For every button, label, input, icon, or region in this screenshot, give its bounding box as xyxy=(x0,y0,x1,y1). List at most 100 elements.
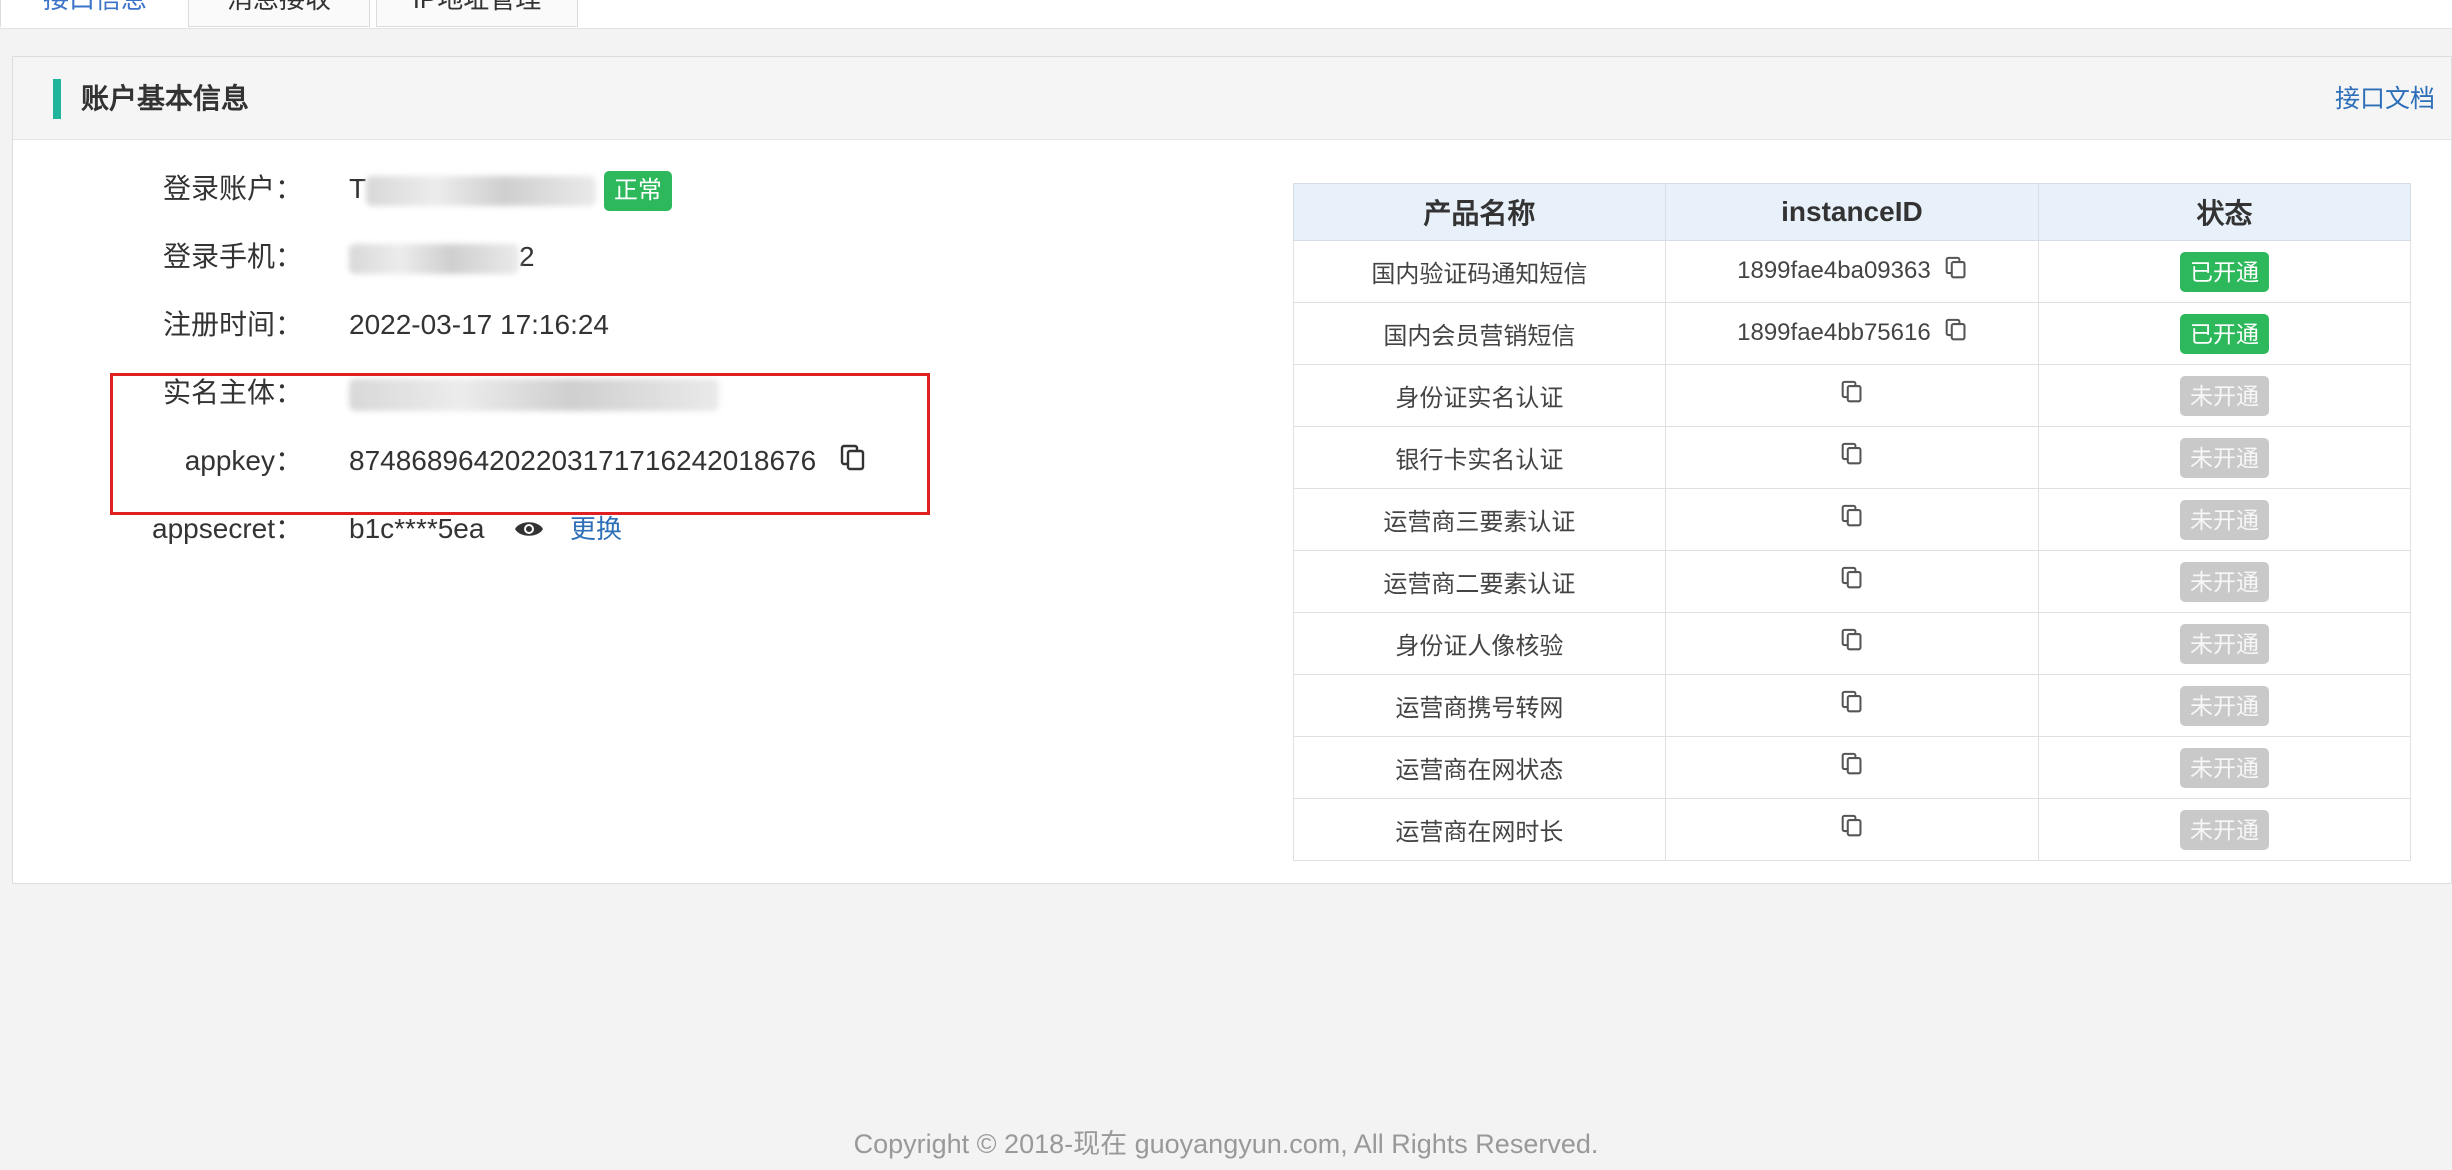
status-badge: 未开通 xyxy=(2180,499,2270,540)
status-badge: 未开通 xyxy=(2180,561,2270,602)
highlight-box xyxy=(110,373,930,515)
product-name-cell: 运营商二要素认证 xyxy=(1293,550,1666,613)
status-badge: 未开通 xyxy=(2180,375,2270,416)
status-cell: 未开通 xyxy=(2038,674,2411,737)
status-cell: 已开通 xyxy=(2038,302,2411,365)
register-time-label: 注册时间： xyxy=(162,309,303,340)
status-badge: 未开通 xyxy=(2180,685,2270,726)
login-account-value: T 正常 xyxy=(349,169,672,211)
table-row: 运营商在网时长 未开通 xyxy=(1293,798,2411,861)
copy-icon[interactable] xyxy=(1841,566,1863,597)
login-account-label: 登录账户： xyxy=(162,173,303,204)
tab-interface-info[interactable]: 接口信息 xyxy=(0,0,190,28)
row-login-account: 登录账户： T 正常 xyxy=(13,169,1213,211)
tab-bar: 接口信息 消息接收 IP地址管理 xyxy=(0,0,2452,29)
panel-header: 账户基本信息 接口文档 xyxy=(13,57,2451,140)
instance-id-value: 1899fae4bb75616 xyxy=(1737,318,1931,346)
header-product-name: 产品名称 xyxy=(1293,183,1666,241)
instance-id-cell: 1899fae4bb75616 xyxy=(1664,302,2040,365)
row-login-phone: 登录手机： 2 xyxy=(13,237,1213,277)
footer-copyright: Copyright © 2018-现在 guoyangyun.com, All … xyxy=(853,1129,1599,1159)
product-name-cell: 身份证人像核验 xyxy=(1293,612,1666,675)
product-name-cell: 运营商携号转网 xyxy=(1293,674,1666,737)
status-cell: 未开通 xyxy=(2038,550,2411,613)
product-table: 产品名称 instanceID 状态 国内验证码通知短信 1899fae4ba09… xyxy=(1293,183,2411,861)
login-phone-value: 2 xyxy=(349,237,535,277)
status-badge: 已开通 xyxy=(2180,251,2270,292)
table-row: 运营商三要素认证 未开通 xyxy=(1293,488,2411,551)
status-cell: 未开通 xyxy=(2038,364,2411,427)
table-row: 运营商在网状态 未开通 xyxy=(1293,736,2411,799)
copy-icon[interactable] xyxy=(1841,628,1863,659)
title-accent-bar xyxy=(53,79,61,119)
status-cell: 未开通 xyxy=(2038,736,2411,799)
panel-title: 账户基本信息 xyxy=(81,83,250,114)
table-row: 身份证人像核验 未开通 xyxy=(1293,612,2411,675)
table-row: 国内验证码通知短信 1899fae4ba09363 已开通 xyxy=(1293,240,2411,303)
redacted-account xyxy=(366,175,597,206)
table-row: 运营商二要素认证 未开通 xyxy=(1293,550,2411,613)
tab-label: 消息接收 xyxy=(227,0,331,14)
eye-icon[interactable] xyxy=(514,511,544,551)
table-row: 运营商携号转网 未开通 xyxy=(1293,674,2411,737)
instance-id-cell xyxy=(1664,736,2040,799)
instance-id-cell xyxy=(1664,674,2040,737)
status-badge: 未开通 xyxy=(2180,747,2270,788)
register-time-value: 2022-03-17 17:16:24 xyxy=(349,309,609,340)
status-badge: 未开通 xyxy=(2180,623,2270,664)
status-cell: 未开通 xyxy=(2038,798,2411,861)
status-badge: 未开通 xyxy=(2180,809,2270,850)
redacted-phone xyxy=(349,243,519,274)
status-cell: 未开通 xyxy=(2038,612,2411,675)
status-cell: 已开通 xyxy=(2038,240,2411,303)
copy-icon[interactable] xyxy=(1841,814,1863,845)
row-register-time: 注册时间： 2022-03-17 17:16:24 xyxy=(13,305,1213,345)
product-name-cell: 运营商三要素认证 xyxy=(1293,488,1666,551)
instance-id-cell xyxy=(1664,364,2040,427)
copy-icon[interactable] xyxy=(1841,504,1863,535)
status-badge: 未开通 xyxy=(2180,437,2270,478)
instance-id-cell xyxy=(1664,550,2040,613)
instance-id-cell xyxy=(1664,798,2040,861)
copy-icon[interactable] xyxy=(1841,442,1863,473)
instance-id-cell xyxy=(1664,612,2040,675)
appsecret-value: b1c****5ea xyxy=(349,513,485,544)
tab-ip-management[interactable]: IP地址管理 xyxy=(376,0,578,27)
instance-id-value: 1899fae4ba09363 xyxy=(1737,256,1931,284)
login-phone-suffix: 2 xyxy=(519,241,535,272)
status-badge: 已开通 xyxy=(2180,313,2270,354)
instance-id-cell: 1899fae4ba09363 xyxy=(1664,240,2040,303)
appsecret-label: appsecret： xyxy=(152,513,303,544)
tab-label: IP地址管理 xyxy=(413,0,542,14)
table-header-row: 产品名称 instanceID 状态 xyxy=(1293,183,2411,241)
row-appsecret: appsecret： b1c****5ea 更换 xyxy=(13,509,1213,549)
login-phone-label: 登录手机： xyxy=(162,241,303,272)
status-cell: 未开通 xyxy=(2038,488,2411,551)
product-name-cell: 国内验证码通知短信 xyxy=(1293,240,1666,303)
tab-message-receive[interactable]: 消息接收 xyxy=(188,0,370,27)
copy-icon[interactable] xyxy=(1841,690,1863,721)
copy-icon[interactable] xyxy=(1841,752,1863,783)
appsecret-value-wrap: b1c****5ea 更换 xyxy=(349,509,622,551)
instance-id-cell xyxy=(1664,488,2040,551)
product-name-cell: 国内会员营销短信 xyxy=(1293,302,1666,365)
instance-id-cell xyxy=(1664,426,2040,489)
copy-icon[interactable] xyxy=(1945,256,1967,287)
login-account-prefix: T xyxy=(349,173,367,204)
table-row: 身份证实名认证 未开通 xyxy=(1293,364,2411,427)
api-docs-link[interactable]: 接口文档 xyxy=(2335,79,2435,119)
copy-icon[interactable] xyxy=(1841,380,1863,411)
tab-label: 接口信息 xyxy=(43,0,147,14)
product-name-cell: 身份证实名认证 xyxy=(1293,364,1666,427)
table-row: 国内会员营销短信 1899fae4bb75616 已开通 xyxy=(1293,302,2411,365)
product-name-cell: 银行卡实名认证 xyxy=(1293,426,1666,489)
product-name-cell: 运营商在网状态 xyxy=(1293,736,1666,799)
header-status: 状态 xyxy=(2038,183,2411,241)
change-secret-link[interactable]: 更换 xyxy=(570,514,622,544)
product-name-cell: 运营商在网时长 xyxy=(1293,798,1666,861)
header-instance-id: instanceID xyxy=(1664,183,2040,241)
status-cell: 未开通 xyxy=(2038,426,2411,489)
status-badge: 正常 xyxy=(603,170,672,211)
copy-icon[interactable] xyxy=(1945,318,1967,349)
table-row: 银行卡实名认证 未开通 xyxy=(1293,426,2411,489)
